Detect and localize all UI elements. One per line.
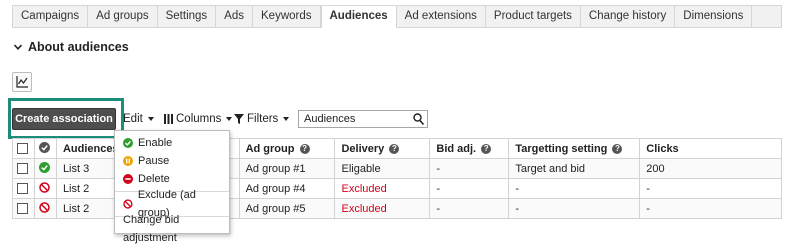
status-cell [33,198,57,219]
targeting-cell: - [508,198,641,219]
caret-down-icon [147,117,154,121]
row-checkbox-cell [12,158,35,179]
search-icon[interactable] [413,113,424,125]
menu-item-enable[interactable]: Enable [115,134,229,152]
edit-dropdown[interactable]: Edit [123,112,154,126]
tab-ads[interactable]: Ads [216,6,253,27]
section-title: About audiences [28,40,129,54]
status-cell [33,158,57,179]
tab-change-history[interactable]: Change history [581,6,676,27]
enabled-status-icon[interactable] [38,161,50,173]
ad-group-cell: Ad group #4 [238,178,336,199]
filters-label: Filters [247,113,279,125]
row-checkbox[interactable] [17,203,28,215]
bid-adj-column-header[interactable]: Bid adj. ? [429,138,510,159]
clicks-cell: 200 [639,158,782,179]
delivery-cell: Eligable [334,158,431,179]
delivery-cell: Excluded [334,198,431,219]
status-column-header[interactable] [33,138,57,159]
menu-item-pause[interactable]: Pause [115,152,229,170]
row-checkbox-cell [12,178,35,199]
help-icon[interactable]: ? [389,143,400,154]
excluded-status-icon[interactable] [39,181,50,193]
help-icon[interactable]: ? [481,143,492,154]
clicks-cell: - [639,198,782,219]
edit-menu: Enable Pause Delete Exclude (ad group) C… [114,130,230,244]
delivery-column-header[interactable]: Delivery ? [334,138,431,159]
menu-item-label: Pause [138,155,170,167]
tab-bar: Campaigns Ad groups Settings Ads Keyword… [12,5,782,28]
tab-keywords[interactable]: Keywords [253,6,321,27]
tab-ad-extensions[interactable]: Ad extensions [397,6,486,27]
chevron-down-icon [14,44,22,50]
ad-group-cell: Ad group #1 [238,158,336,179]
columns-dropdown[interactable]: Columns [164,112,233,126]
tab-product-targets[interactable]: Product targets [486,6,581,27]
clicks-cell: - [639,178,782,199]
exclude-icon [123,199,133,209]
tab-ad-groups[interactable]: Ad groups [88,6,158,27]
targeting-cell: - [508,178,641,199]
delete-icon [123,174,133,184]
excluded-status-icon[interactable] [39,201,50,213]
create-association-button[interactable]: Create association [12,108,116,130]
ad-group-cell: Ad group #5 [238,198,336,219]
bid-adj-cell[interactable]: - [429,178,510,199]
select-all-checkbox-cell [12,138,35,159]
delivery-header-label: Delivery [341,142,385,155]
chart-toggle-button[interactable] [12,72,32,92]
row-checkbox-cell [12,198,35,219]
select-all-checkbox[interactable] [17,143,28,155]
targeting-header-label: Targetting setting [515,142,608,155]
clicks-column-header[interactable]: Clicks [639,138,782,159]
about-audiences-toggle[interactable]: About audiences [14,39,129,55]
enable-icon [123,138,133,148]
status-check-icon [38,141,50,153]
search-input[interactable] [299,111,411,127]
menu-item-label: Enable [138,137,173,149]
row-checkbox[interactable] [17,183,28,195]
filters-dropdown[interactable]: Filters [234,112,290,126]
bid-adj-cell[interactable]: - [429,198,510,219]
help-icon[interactable]: ? [612,143,623,154]
edit-label: Edit [123,113,143,125]
targeting-column-header[interactable]: Targetting setting ? [508,138,641,159]
tab-settings[interactable]: Settings [158,6,217,27]
delivery-cell: Excluded [334,178,431,199]
tab-audiences[interactable]: Audiences [320,5,397,28]
status-cell [33,178,57,199]
chart-icon [15,76,28,88]
filter-icon [234,114,244,124]
bid-adj-header-label: Bid adj. [436,142,477,155]
menu-item-change-bid[interactable]: Change bid adjustment [115,214,229,244]
caret-down-icon [226,117,233,121]
ad-group-header-label: Ad group [245,142,295,155]
ad-group-column-header[interactable]: Ad group ? [238,138,336,159]
targeting-cell: Target and bid [508,158,641,179]
tab-dimensions[interactable]: Dimensions [675,6,753,27]
columns-icon [164,114,173,124]
help-icon[interactable]: ? [299,143,310,154]
bid-adj-cell[interactable]: - [429,158,510,179]
row-checkbox[interactable] [17,163,28,175]
columns-label: Columns [176,113,222,125]
search-box [298,110,428,128]
tab-campaigns[interactable]: Campaigns [13,6,89,27]
pause-icon [123,156,133,166]
menu-item-label: Change bid adjustment [123,214,180,244]
caret-down-icon [283,117,290,121]
